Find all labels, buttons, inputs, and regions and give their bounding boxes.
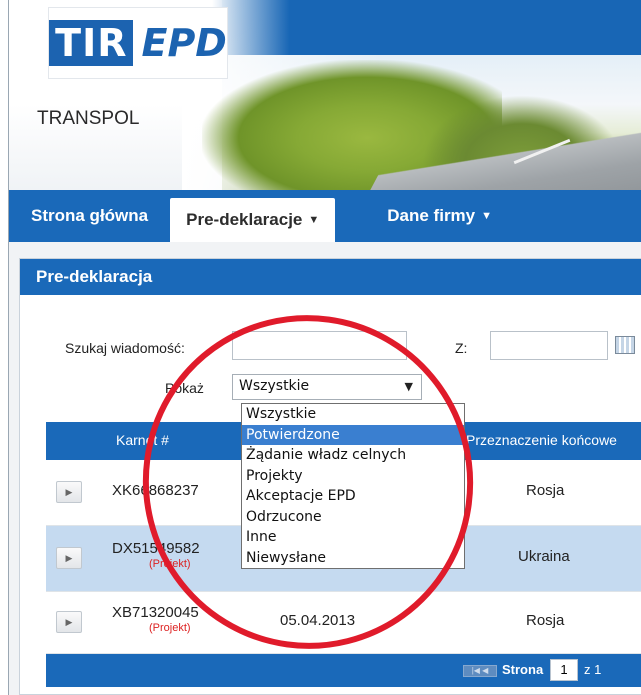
search-input[interactable] <box>232 331 407 360</box>
show-dropdown-list: Wszystkie Potwierdzone Żądanie władz cel… <box>241 403 465 569</box>
destination: Rosja <box>526 482 565 499</box>
tir-epd-logo[interactable]: TIR EPD <box>49 8 227 78</box>
project-badge: (Projekt) <box>149 622 191 634</box>
nav-predeclarations[interactable]: Pre-deklaracje ▼ <box>170 198 336 242</box>
from-date-input[interactable] <box>490 331 608 360</box>
destination: Rosja <box>526 612 565 629</box>
show-label: Pokaż <box>165 380 204 396</box>
nav-company-data[interactable]: Dane firmy ▼ <box>335 190 514 242</box>
dropdown-option[interactable]: Niewysłane <box>242 548 464 569</box>
project-badge: (Projekt) <box>149 558 191 570</box>
main-nav: Strona główna Pre-deklaracje ▼ Dane firm… <box>9 190 641 242</box>
date: 05.04.2013 <box>280 612 356 629</box>
expand-icon[interactable]: ▶ <box>56 481 82 503</box>
search-label: Szukaj wiadomość: <box>65 340 185 356</box>
dropdown-option[interactable]: Projekty <box>242 466 464 487</box>
dropdown-option[interactable]: Akceptacje EPD <box>242 486 464 507</box>
nav-home[interactable]: Strona główna <box>9 190 170 242</box>
column-header-karnet[interactable]: Karnet # <box>116 432 169 448</box>
page-number-input[interactable]: 1 <box>550 659 578 681</box>
show-select-value: Wszystkie <box>239 378 310 394</box>
dropdown-arrow-icon: ▼ <box>404 380 413 393</box>
app-frame: TIR EPD TRANSPOL Strona główna Pre-dekla… <box>8 0 641 695</box>
karnet-number: XK66868237 <box>112 482 199 499</box>
dropdown-option[interactable]: Wszystkie <box>242 404 464 425</box>
logo-tir: TIR <box>49 20 134 66</box>
calendar-icon[interactable] <box>615 336 635 354</box>
from-label: Z: <box>455 340 468 356</box>
pager-label: Strona <box>502 662 544 677</box>
karnet-number: DX51549582 <box>112 540 200 557</box>
expand-icon[interactable]: ▶ <box>56 547 82 569</box>
nav-company-data-label: Dane firmy <box>387 206 476 225</box>
expand-icon[interactable]: ▶ <box>56 611 82 633</box>
company-name: TRANSPOL <box>37 108 140 129</box>
header-top-bar <box>212 0 641 55</box>
dropdown-option-selected[interactable]: Potwierdzone <box>242 424 464 445</box>
show-select[interactable]: Wszystkie ▼ <box>232 374 422 400</box>
header-banner: TIR EPD TRANSPOL <box>9 0 641 190</box>
table-row[interactable]: ▶ XB71320045 (Projekt) 05.04.2013 Rosja <box>46 592 641 654</box>
panel-title: Pre-deklaracja <box>20 259 641 295</box>
dropdown-option[interactable]: Odrzucone <box>242 507 464 528</box>
dropdown-option[interactable]: Żądanie władz celnych <box>242 445 464 466</box>
pager-total: z 1 <box>584 662 602 677</box>
column-header-destination[interactable]: Przeznaczenie końcowe <box>466 432 617 448</box>
destination: Ukraina <box>518 548 570 565</box>
nav-predeclarations-label: Pre-deklaracje <box>186 210 303 229</box>
chevron-down-icon: ▼ <box>308 214 320 226</box>
chevron-down-icon: ▼ <box>481 210 493 222</box>
logo-epd: EPD <box>141 21 227 65</box>
dropdown-option[interactable]: Inne <box>242 527 464 548</box>
first-prev-page-icon[interactable]: |◀ ◀ <box>463 665 497 677</box>
table-footer-pager: |◀ ◀ Strona 1 z 1 <box>46 654 641 687</box>
karnet-number: XB71320045 <box>112 604 199 621</box>
nav-home-label: Strona główna <box>31 206 149 225</box>
